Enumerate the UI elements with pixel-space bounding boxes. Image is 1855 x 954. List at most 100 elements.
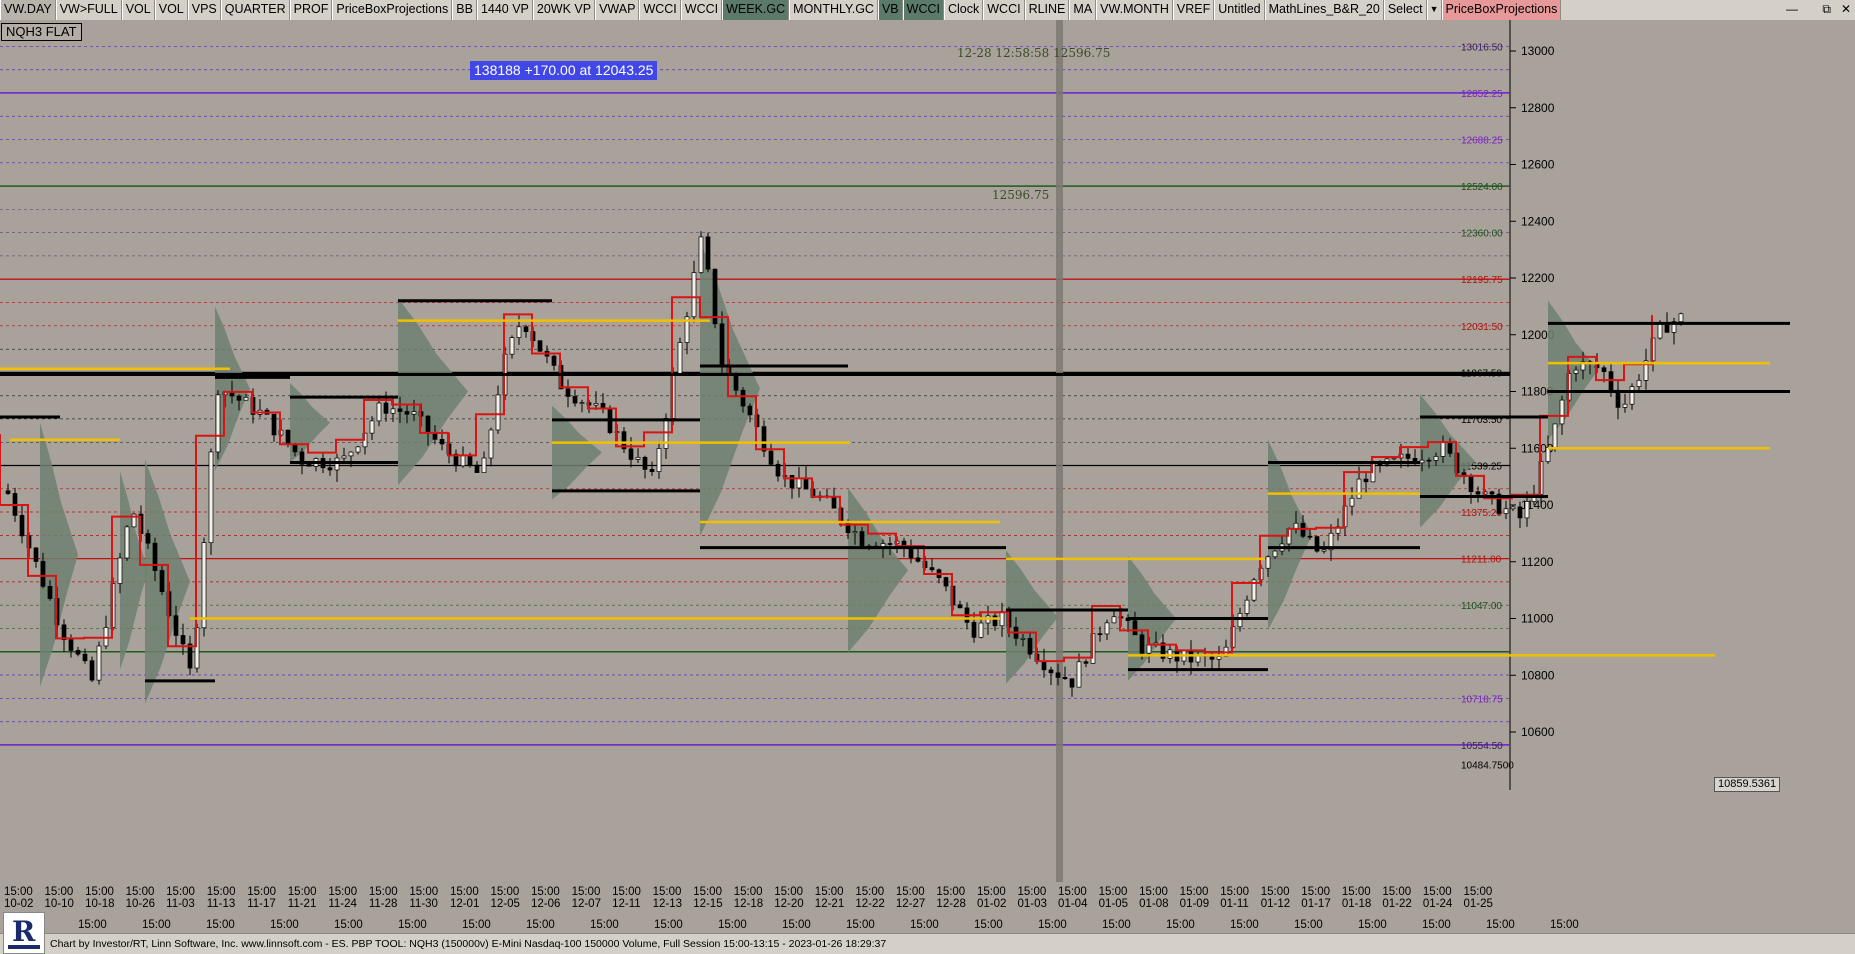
candle-body-104 [733,374,739,391]
time-label-top: 15:00 [1301,886,1330,898]
candle-body-84 [593,403,599,406]
date-label: 11-13 [207,898,236,910]
toolbar-button-2[interactable]: VOL [121,0,155,20]
toolbar-button-17[interactable]: WCCI [902,0,944,20]
candle-body-47 [334,457,340,471]
candle-body-233 [1636,379,1642,387]
date-label: 01-09 [1180,898,1209,910]
toolbar-button-3[interactable]: VOL [154,0,188,20]
time-label-top: 15:00 [85,886,114,898]
symbol-label: NQH3 FLAT [1,23,82,41]
trade-readout: 138188 +170.00 at 12043.25 [470,61,658,80]
restore-icon[interactable]: ⧉ [1822,0,1831,19]
candle-body-6 [47,585,53,599]
toolbar-button-10[interactable]: 20WK VP [532,0,596,20]
toolbar-button-26[interactable]: Select [1383,0,1427,20]
candle-body-33 [236,395,242,401]
toolbar-button-7[interactable]: PriceBoxProjections [332,0,453,20]
candle-body-50 [355,446,361,453]
candle-body-90 [635,456,641,460]
candle-body-109 [768,450,774,465]
time-label-bottom: 15:00 [206,919,235,931]
toolbar-button-25[interactable]: MathLines_B&R_20 [1264,0,1384,20]
candle-body-194 [1363,478,1369,483]
candle-body-126 [887,543,893,545]
level-label: 10718.75 [1461,694,1503,705]
date-label: 01-12 [1261,898,1290,910]
date-label: 12-27 [896,898,925,910]
toolbar-button-0[interactable]: VW.DAY [0,0,56,20]
time-label-top: 15:00 [1058,886,1087,898]
time-label-top: 15:00 [126,886,155,898]
candle-body-214 [1503,508,1509,514]
level-label: 11375.25 [1461,508,1502,519]
toolbar-button-15[interactable]: MONTHLY.GC [789,0,878,20]
time-label-top: 15:00 [1139,886,1168,898]
time-label-top: 15:00 [1261,886,1290,898]
candle-body-52 [369,420,375,434]
toolbar-button-28[interactable]: PriceBoxProjections [1441,0,1562,20]
toolbar-button-9[interactable]: 1440 VP [476,0,533,20]
candle-body-192 [1349,497,1355,507]
toolbar-button-27[interactable]: ▼ [1426,0,1442,20]
candle-body-184 [1293,522,1299,529]
time-label-bottom: 15:00 [1102,919,1131,931]
candle-body-122 [859,531,865,547]
toolbar-button-22[interactable]: VW.MONTH [1096,0,1173,20]
candle-body-14 [103,627,109,647]
toolbar-button-14[interactable]: WEEK.GC [722,0,790,20]
time-label-bottom: 15:00 [974,919,1003,931]
time-label-top: 15:00 [1099,886,1128,898]
toolbar-button-12[interactable]: WCCI [639,0,681,20]
candle-body-132 [929,567,935,571]
date-label: 01-25 [1463,898,1492,910]
date-label: 11-03 [166,898,195,910]
toolbar-button-6[interactable]: PROF [289,0,333,20]
toolbar-button-24[interactable]: Untitled [1214,0,1265,20]
time-label-top: 15:00 [815,886,844,898]
toolbar-button-23[interactable]: VREF [1172,0,1215,20]
date-label: 12-28 [936,898,965,910]
price-tick-label: 10600 [1521,725,1555,739]
toolbar-button-1[interactable]: VW>FULL [55,0,122,20]
candle-body-193 [1356,478,1362,499]
candle-body-16 [117,557,123,584]
toolbar-button-4[interactable]: VPS [187,0,221,20]
candle-body-173 [1216,656,1222,660]
candle-body-228 [1601,367,1607,372]
candle-body-172 [1209,656,1215,660]
toolbar-button-16[interactable]: VB [877,0,903,20]
candle-body-73 [516,326,522,338]
close-icon[interactable]: ✕ [1841,0,1851,19]
time-label-top: 15:00 [409,886,438,898]
candle-body-198 [1391,457,1397,460]
toolbar-button-18[interactable]: Clock [943,0,984,20]
time-label-top: 15:00 [1342,886,1371,898]
candle-body-20 [145,533,151,544]
time-label-bottom: 15:00 [270,919,299,931]
time-label-top: 15:00 [1382,886,1411,898]
candle-body-136 [957,604,963,609]
date-label: 01-11 [1220,898,1249,910]
toolbar-button-11[interactable]: VWAP [595,0,640,20]
toolbar-button-19[interactable]: WCCI [983,0,1025,20]
toolbar-button-13[interactable]: WCCI [680,0,723,20]
date-label: 12-13 [653,898,682,910]
minimize-icon[interactable]: — [1786,0,1798,19]
level-label: 13016.50 [1461,42,1503,53]
time-label-top: 15:00 [896,886,925,898]
toolbar-button-20[interactable]: RLINE [1024,0,1070,20]
date-label: 12-21 [815,898,844,910]
candle-body-61 [432,433,438,440]
time-label-bottom: 15:00 [398,919,427,931]
price-chart[interactable]: 1300012800126001240012200120001180011600… [0,20,1855,933]
date-label: 11-24 [328,898,357,910]
toolbar-button-8[interactable]: BB [452,0,477,20]
candle-body-154 [1083,661,1089,664]
candle-body-224 [1573,369,1579,374]
candle-body-152 [1069,678,1075,688]
toolbar-button-5[interactable]: QUARTER [220,0,290,20]
toolbar-button-21[interactable]: MA [1069,0,1097,20]
date-label: 12-06 [531,898,560,910]
level-label: 12195.75 [1461,275,1503,286]
